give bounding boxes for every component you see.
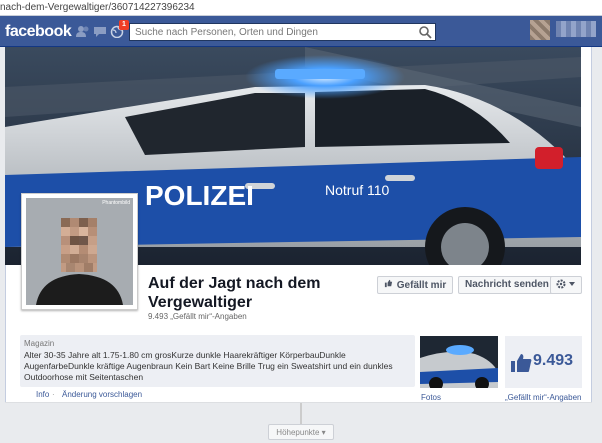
search-icon[interactable]: [416, 24, 435, 40]
photos-tile-thumbnail[interactable]: [420, 336, 498, 388]
highlights-dropdown[interactable]: Höhepunkte ▾: [268, 424, 334, 440]
user-avatar[interactable]: [530, 20, 550, 40]
page-settings-button[interactable]: [550, 276, 582, 294]
address-bar[interactable]: nach-dem-Vergewaltiger/360714227396234: [0, 0, 602, 16]
friend-requests-icon[interactable]: [76, 25, 90, 38]
thumbs-up-icon: [384, 279, 394, 291]
suggest-edit-link[interactable]: Änderung vorschlagen: [62, 390, 142, 399]
divider: [5, 402, 592, 403]
page-title[interactable]: Auf der Jagt nach dem Vergewaltiger: [148, 274, 368, 312]
info-link[interactable]: Info: [36, 390, 49, 399]
page-category[interactable]: Magazin: [24, 339, 411, 348]
likes-tile-label[interactable]: „Gefällt mir“-Angaben: [505, 393, 581, 402]
send-message-button[interactable]: Nachricht senden: [458, 276, 556, 294]
cover-car-text-right: Notruf 110: [325, 182, 390, 198]
facebook-logo[interactable]: facebook: [5, 23, 72, 41]
gear-icon: [556, 278, 576, 293]
send-message-label: Nachricht senden: [465, 279, 549, 290]
search-input[interactable]: Suche nach Personen, Orten und Dingen: [129, 23, 436, 41]
messages-icon[interactable]: [93, 25, 107, 38]
like-button-label: Gefällt mir: [396, 280, 447, 291]
likes-tile-count: 9.493: [533, 352, 574, 369]
about-section: Magazin Alter 30-35 Jahre alt 1.75-1.80 …: [20, 335, 415, 387]
link-separator: ·: [52, 390, 55, 399]
page-likes-count[interactable]: 9.493 „Gefällt mir“-Angaben: [148, 312, 247, 321]
cover-car-text-left: POLIZEI: [145, 180, 254, 211]
profile-picture[interactable]: Phantombild: [21, 193, 138, 310]
like-page-button[interactable]: Gefällt mir: [377, 276, 454, 294]
phantom-label: Phantombild: [102, 200, 130, 206]
address-bar-url: nach-dem-Vergewaltiger/360714227396234: [0, 2, 195, 13]
thumbs-up-icon: [510, 353, 532, 378]
photos-tile-label[interactable]: Fotos: [421, 393, 441, 402]
page-description: Alter 30-35 Jahre alt 1.75-1.80 cm grosK…: [24, 350, 393, 382]
notification-badge: 1: [119, 20, 129, 30]
user-name-link[interactable]: [556, 21, 596, 37]
